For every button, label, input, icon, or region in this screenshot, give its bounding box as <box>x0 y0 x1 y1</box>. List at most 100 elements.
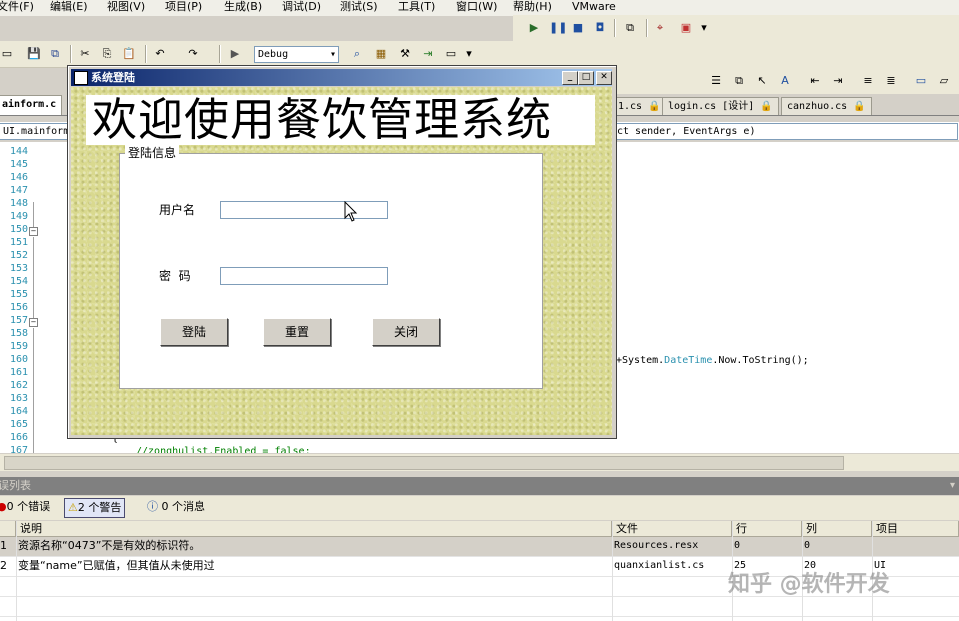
config-combo-value: Debug <box>258 49 289 60</box>
horizontal-scrollbar[interactable] <box>0 453 959 471</box>
menu-help[interactable]: 帮助(H) <box>513 0 552 14</box>
complete-word-icon[interactable]: A <box>778 74 792 88</box>
close-icon[interactable]: ✕ <box>596 71 612 85</box>
chevron-down-icon: ▾ <box>329 49 336 60</box>
stop-icon[interactable]: ■ <box>571 21 585 35</box>
close-button[interactable]: 关闭 <box>372 318 440 346</box>
cut-icon[interactable]: ✂ <box>78 47 92 61</box>
comment-icon[interactable]: ≡ <box>861 74 875 88</box>
login-info-groupbox: 登陆信息 用户名 密 码 登陆 重置 关闭 <box>119 145 543 389</box>
line-number: 145 <box>9 159 28 170</box>
errors-filter-button[interactable]: ●0 个错误 <box>0 498 53 516</box>
import-icon[interactable]: ⇥ <box>421 47 435 61</box>
config-combo[interactable]: Debug ▾ <box>254 46 339 63</box>
copy-icon[interactable]: ⎘ <box>100 47 114 61</box>
properties-icon[interactable]: ▦ <box>374 47 388 61</box>
column-header-file[interactable]: 文件 <box>612 521 732 537</box>
debug-toolbar: ▶ ❚❚ ■ ◘ ⧉ ⌖ ▣ ▾ <box>513 15 959 41</box>
column-header-column[interactable]: 列 <box>802 521 872 537</box>
line-number: 164 <box>9 406 28 417</box>
messages-filter-button[interactable]: ⓘ 0 个消息 <box>144 498 208 516</box>
menu-edit[interactable]: 编辑(E) <box>50 0 88 14</box>
indent-icon[interactable]: ⇤ <box>808 74 822 88</box>
login-button[interactable]: 登陆 <box>160 318 228 346</box>
collapse-icon[interactable]: − <box>29 227 38 236</box>
pause-icon[interactable]: ❚❚ <box>549 21 567 35</box>
menu-window[interactable]: 窗口(W) <box>456 0 497 14</box>
step-icon[interactable]: ⧉ <box>623 21 637 35</box>
redo-icon[interactable]: ↷ <box>186 47 200 61</box>
line-number: 162 <box>9 380 28 391</box>
warnings-filter-button[interactable]: ⚠2 个警告 <box>64 498 126 518</box>
password-input[interactable] <box>220 267 388 285</box>
dropdown-arrow-icon[interactable]: ▾ <box>697 21 711 35</box>
save-all-icon[interactable]: ⧉ <box>48 47 62 61</box>
maximize-icon[interactable]: □ <box>578 71 594 85</box>
username-input[interactable] <box>220 201 388 219</box>
scrollbar-thumb[interactable] <box>4 456 844 470</box>
next-bookmark-icon[interactable]: ▱ <box>937 74 951 88</box>
menu-test[interactable]: 测试(S) <box>340 0 378 14</box>
line-number: 166 <box>9 432 28 443</box>
row-file: quanxianlist.cs <box>614 560 705 571</box>
table-row[interactable]: 1 资源名称“0473”不是有效的标识符。 Resources.resx 0 0 <box>0 537 959 557</box>
save-icon[interactable]: 💾 <box>27 47 41 61</box>
tab-cs-file[interactable]: 1.cs 🔒 <box>612 97 667 115</box>
column-header-description[interactable]: 说明 <box>16 521 612 537</box>
reset-button[interactable]: 重置 <box>263 318 331 346</box>
welcome-banner: 欢迎使用餐饮管理系统 <box>86 95 595 145</box>
column-header-num[interactable] <box>0 521 16 537</box>
dialog-titlebar[interactable]: 系统登陆 _ □ ✕ <box>71 69 612 86</box>
tab-login-design[interactable]: login.cs [设计] 🔒 <box>662 97 779 115</box>
member-list-icon[interactable]: ☰ <box>709 74 723 88</box>
line-number: 144 <box>9 146 28 157</box>
column-header-line[interactable]: 行 <box>732 521 802 537</box>
menu-vmware[interactable]: VMware <box>572 0 616 14</box>
menu-debug[interactable]: 调试(D) <box>282 0 321 14</box>
find-icon[interactable]: ⌕ <box>350 47 364 61</box>
menu-file[interactable]: 文件(F) <box>0 0 34 14</box>
toolbar-separator <box>70 45 72 63</box>
restart-icon[interactable]: ◘ <box>593 21 607 35</box>
line-number: 156 <box>9 302 28 313</box>
new-item-icon[interactable]: ▭ <box>0 47 14 61</box>
line-number: 153 <box>9 263 28 274</box>
tools-icon[interactable]: ⚒ <box>398 47 412 61</box>
toolbar-separator <box>614 19 616 37</box>
run-icon[interactable]: ▶ <box>228 47 242 61</box>
quick-info-icon[interactable]: ↖ <box>755 74 769 88</box>
member-combo[interactable]: ct sender, EventArgs e) <box>614 123 958 140</box>
uncomment-icon[interactable]: ≣ <box>884 74 898 88</box>
tab-canzhuo[interactable]: canzhuo.cs 🔒 <box>781 97 872 115</box>
menu-project[interactable]: 项目(P) <box>165 0 202 14</box>
menu-tools[interactable]: 工具(T) <box>398 0 435 14</box>
breakpoint-icon[interactable]: ⌖ <box>653 21 667 35</box>
menu-bar: 文件(F) 编辑(E) 视图(V) 项目(P) 生成(B) 调试(D) 测试(S… <box>0 0 959 16</box>
column-header-project[interactable]: 项目 <box>872 521 959 537</box>
tab-mainform[interactable]: ainform.c <box>0 95 63 115</box>
undo-icon[interactable]: ↶ <box>153 47 167 61</box>
line-number: 163 <box>9 393 28 404</box>
paste-icon[interactable]: 📋 <box>122 47 136 61</box>
row-number: 1 <box>0 539 7 552</box>
bookmark-icon[interactable]: ▭ <box>914 74 928 88</box>
line-number: 157 <box>9 315 28 326</box>
line-number: 165 <box>9 419 28 430</box>
command-window-icon[interactable]: ▭ <box>444 47 458 61</box>
username-label: 用户名 <box>159 203 196 217</box>
menu-view[interactable]: 视图(V) <box>107 0 145 14</box>
dropdown-arrow-icon[interactable]: ▾ <box>462 47 476 61</box>
window-icon[interactable]: ▣ <box>679 21 693 35</box>
info-icon: ⓘ <box>147 500 158 513</box>
row-file: Resources.resx <box>614 540 699 551</box>
outdent-icon[interactable]: ⇥ <box>831 74 845 88</box>
app-icon <box>74 71 88 85</box>
collapse-icon[interactable]: − <box>29 318 38 327</box>
menu-build[interactable]: 生成(B) <box>224 0 262 14</box>
minimize-icon[interactable]: _ <box>562 71 578 85</box>
line-number: 155 <box>9 289 28 300</box>
parameter-info-icon[interactable]: ⧉ <box>732 74 746 88</box>
line-number: 149 <box>9 211 28 222</box>
panel-dropdown-icon[interactable]: ▾ <box>950 478 955 494</box>
start-icon[interactable]: ▶ <box>527 21 541 35</box>
